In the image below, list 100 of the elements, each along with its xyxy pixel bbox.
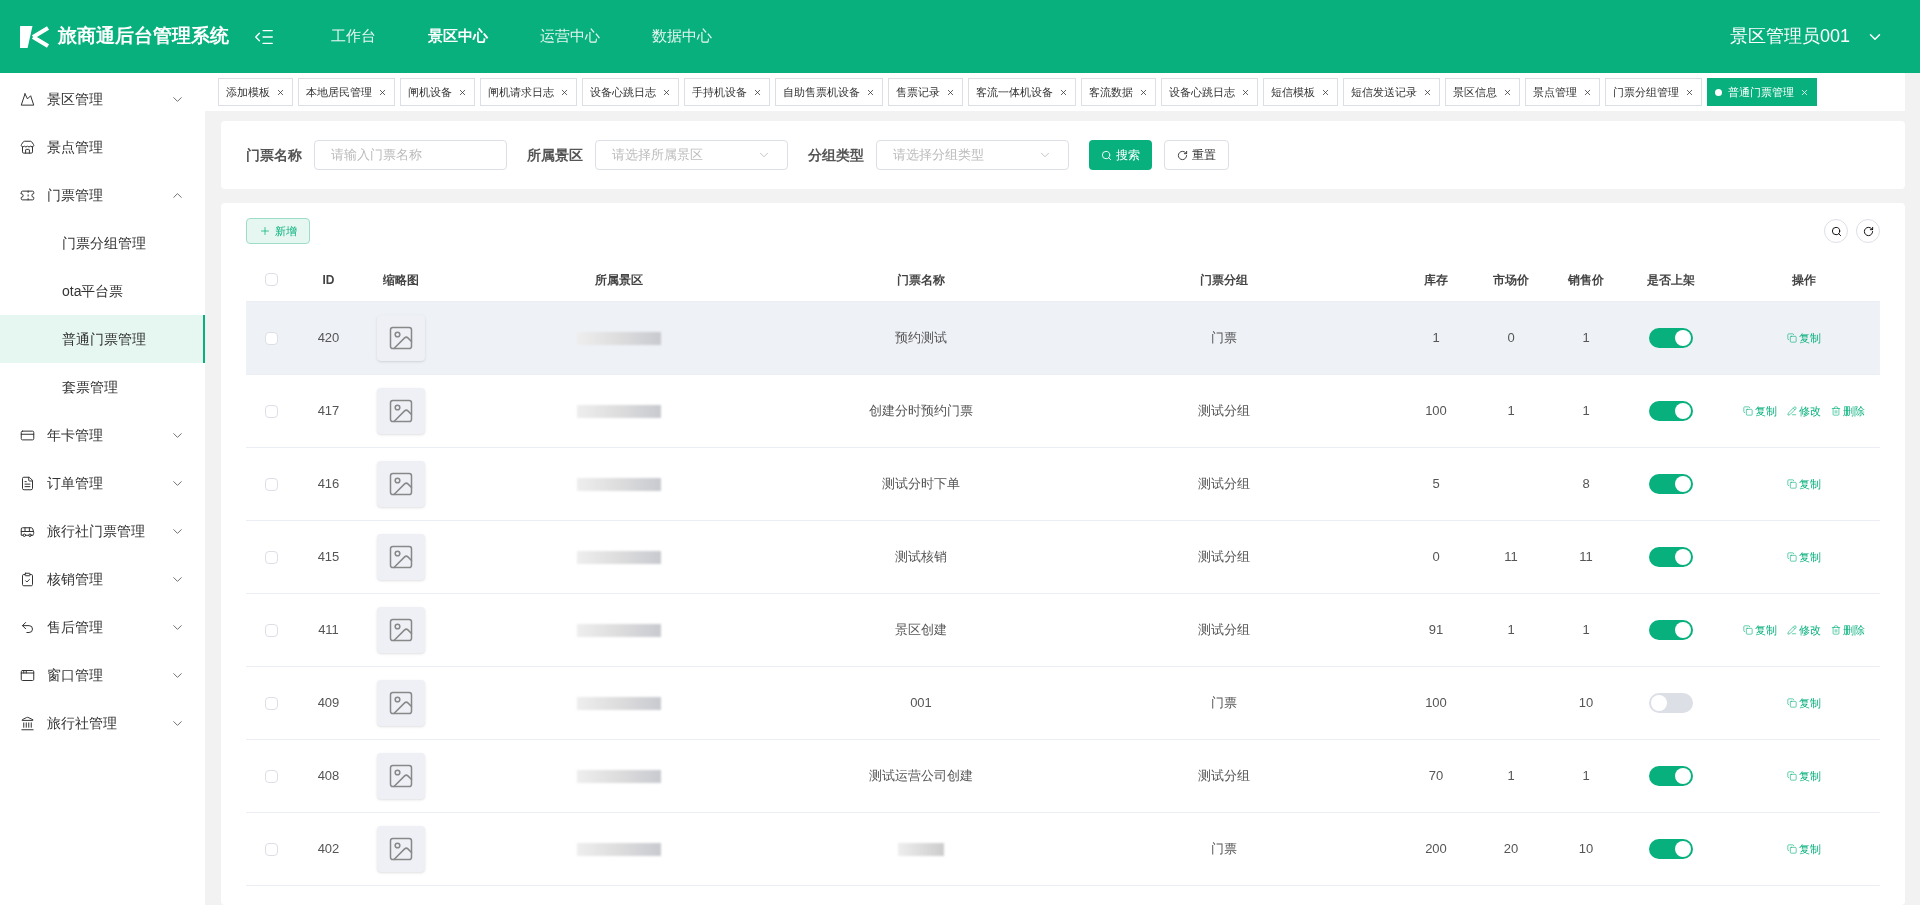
page-tab[interactable]: 闸机设备: [400, 78, 475, 106]
submenu-item[interactable]: 门票分组管理: [0, 219, 205, 267]
toggle-switch[interactable]: [1649, 766, 1693, 786]
page-tab[interactable]: 短信模板: [1263, 78, 1338, 106]
page-tab[interactable]: 自助售票机设备: [775, 78, 883, 106]
page-tab[interactable]: 添加模板: [218, 78, 293, 106]
table-cell-text: 402: [316, 840, 341, 859]
page-tab[interactable]: 设备心跳日志: [1161, 78, 1258, 106]
table-cell-text: 416: [316, 475, 341, 494]
toggle-switch[interactable]: [1649, 547, 1693, 567]
page-tab[interactable]: 设备心跳日志: [582, 78, 679, 106]
store-icon: [20, 139, 35, 155]
sidebar-menu-item[interactable]: 订单管理: [0, 459, 205, 507]
copy-icon: [1786, 552, 1797, 562]
toggle-switch[interactable]: [1649, 620, 1693, 640]
copy-icon: [1786, 479, 1797, 489]
table-cell-text: 001: [909, 694, 933, 713]
close-icon[interactable]: [1583, 87, 1592, 97]
table-cell-text: 1: [1581, 621, 1591, 640]
table-cell-text: 415: [316, 548, 341, 567]
reset-button[interactable]: 重置: [1164, 140, 1229, 170]
submenu-item[interactable]: ota平台票: [0, 267, 205, 315]
page-tab[interactable]: 闸机请求日志: [480, 78, 577, 106]
close-icon[interactable]: [1503, 87, 1512, 97]
table-cell-text: 预约测试: [894, 329, 948, 348]
image-placeholder: [377, 680, 425, 726]
close-icon[interactable]: [1423, 87, 1432, 97]
pencil-icon: [1786, 625, 1797, 635]
table-cell-text: 420: [316, 329, 341, 348]
sidebar-menu-item[interactable]: 窗口管理: [0, 651, 205, 699]
page-tab[interactable]: 客流一体机设备: [968, 78, 1076, 106]
checkbox[interactable]: [264, 331, 278, 345]
checkbox[interactable]: [264, 696, 278, 710]
sidebar-menu-item[interactable]: 门票管理: [0, 171, 205, 219]
close-icon[interactable]: [662, 87, 671, 97]
table-cell-text: 测试运营公司创建: [868, 767, 974, 786]
search-icon: [1101, 149, 1112, 161]
copy-icon: [1786, 698, 1797, 708]
page-tab[interactable]: 门票分组管理: [1605, 78, 1702, 106]
checkbox[interactable]: [264, 842, 278, 856]
toggle-switch[interactable]: [1649, 474, 1693, 494]
table-cell-text: 417: [316, 402, 341, 421]
table-cell-text: 0: [1431, 548, 1441, 567]
submenu-item[interactable]: 套票管理: [0, 363, 205, 411]
bank-icon: [20, 715, 35, 731]
page-tab[interactable]: 景点管理: [1525, 78, 1600, 106]
page-tab[interactable]: 客流数据: [1081, 78, 1156, 106]
close-icon[interactable]: [276, 87, 285, 97]
table-cell-text: 1: [1431, 329, 1441, 348]
checkbox[interactable]: [264, 550, 278, 564]
sidebar-menu-item[interactable]: 旅行社门票管理: [0, 507, 205, 555]
close-icon[interactable]: [378, 87, 387, 97]
clipboard-check-icon: [20, 571, 35, 587]
close-icon[interactable]: [1321, 87, 1330, 97]
page-tab[interactable]: 短信发送记录: [1343, 78, 1440, 106]
toggle-switch[interactable]: [1649, 839, 1693, 859]
checkbox[interactable]: [264, 273, 278, 286]
close-icon[interactable]: [866, 87, 875, 97]
close-icon[interactable]: [1139, 87, 1148, 97]
table-cell-text: 409: [316, 694, 341, 713]
menu-label: 年卡管理: [47, 425, 104, 445]
table-cell-text: 景区创建: [894, 621, 948, 640]
submenu-item[interactable]: 普通门票管理: [0, 315, 205, 363]
image-placeholder: [377, 315, 425, 361]
close-icon[interactable]: [458, 87, 467, 97]
sidebar-menu-item[interactable]: 核销管理: [0, 555, 205, 603]
table-cell-text: 200: [1424, 840, 1448, 859]
sidebar-menu-item[interactable]: 年卡管理: [0, 411, 205, 459]
close-icon[interactable]: [946, 87, 955, 97]
column-header: 库存: [1423, 271, 1449, 289]
sidebar-menu-item[interactable]: 景点管理: [0, 123, 205, 171]
image-placeholder: [377, 461, 425, 507]
checkbox[interactable]: [264, 477, 278, 491]
close-icon[interactable]: [560, 87, 569, 97]
page-tab[interactable]: 售票记录: [888, 78, 963, 106]
close-icon[interactable]: [753, 87, 762, 97]
close-icon[interactable]: [1241, 87, 1250, 97]
table-cell-text: 1: [1506, 402, 1516, 421]
table-cell-text: 测试分组: [1196, 475, 1251, 494]
menu-label: 售后管理: [47, 617, 104, 637]
sidebar-menu-item[interactable]: 旅行社管理: [0, 699, 205, 747]
checkbox[interactable]: [264, 623, 278, 637]
return-icon: [20, 619, 35, 635]
column-header: 所属景区: [593, 271, 644, 289]
table-cell-text: 门票: [1209, 840, 1238, 859]
close-icon[interactable]: [1059, 87, 1068, 97]
page-tab[interactable]: 本地居民管理: [298, 78, 395, 106]
page-tab[interactable]: 景区信息: [1445, 78, 1520, 106]
toggle-switch[interactable]: [1649, 401, 1693, 421]
close-icon[interactable]: [1685, 87, 1694, 97]
page-tab[interactable]: 手持机设备: [684, 78, 770, 106]
toggle-switch[interactable]: [1649, 328, 1693, 348]
sidebar-menu-item[interactable]: 售后管理: [0, 603, 205, 651]
table-cell-text: 10: [1577, 694, 1595, 713]
blurred-text: [898, 842, 944, 856]
toggle-switch[interactable]: [1649, 693, 1693, 713]
sidebar-menu-item[interactable]: 景区管理: [0, 75, 205, 123]
pencil-icon: [1786, 406, 1797, 416]
checkbox[interactable]: [264, 404, 278, 418]
checkbox[interactable]: [264, 769, 278, 783]
